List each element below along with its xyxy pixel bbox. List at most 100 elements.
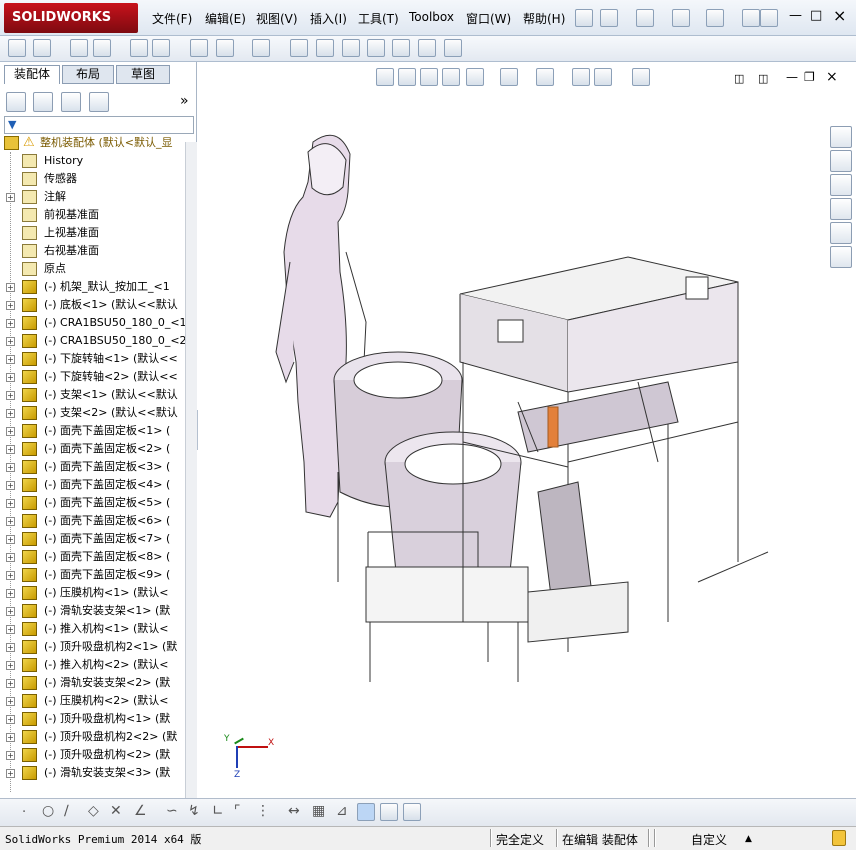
shaded-icon[interactable] [380,803,398,821]
options-icon[interactable] [742,9,760,27]
bill-of-materials-icon[interactable] [316,39,334,57]
expand-toggle[interactable]: + [6,445,15,454]
menu-file[interactable]: 文件(F) [152,10,192,27]
front-plane-item[interactable]: 前视基准面 [0,206,185,224]
expand-toggle[interactable]: + [6,697,15,706]
rebuild-tag-icon[interactable] [832,830,846,846]
tab-assembly[interactable]: 装配体 [4,65,60,84]
tree-component-item[interactable]: + (-) 顶升吸盘机构<2> (默 [0,746,185,764]
tree-component-item[interactable]: + (-) 面壳下盖固定板<8> ( [0,548,185,566]
expand-toggle[interactable]: + [6,715,15,724]
tree-component-item[interactable]: + (-) 机架_默认_按加工_<1 [0,278,185,296]
mate-icon[interactable] [70,39,88,57]
expand-toggle[interactable]: + [6,553,15,562]
expand-toggle[interactable]: + [6,409,15,418]
corner-icon[interactable]: ⌜ [234,803,241,819]
sensors-item[interactable]: 传感器 [0,170,185,188]
new-motion-study-icon[interactable] [290,39,308,57]
expand-toggle[interactable]: + [6,499,15,508]
move-component-icon[interactable] [152,39,170,57]
menu-insert[interactable]: 插入(I) [310,10,347,27]
construction-geometry-icon[interactable]: ⋮ [256,803,270,819]
top-plane-item[interactable]: 上视基准面 [0,224,185,242]
open-folder-icon[interactable] [636,9,654,27]
close-icon[interactable]: × [833,6,846,25]
tree-component-item[interactable]: + (-) 面壳下盖固定板<3> ( [0,458,185,476]
expand-toggle[interactable]: + [6,463,15,472]
tree-component-item[interactable]: + (-) 压膜机构<1> (默认< [0,584,185,602]
tree-component-item[interactable]: + (-) 面壳下盖固定板<2> ( [0,440,185,458]
new-document-icon[interactable] [600,9,618,27]
expand-toggle[interactable]: + [6,391,15,400]
display-manager-icon[interactable] [89,92,109,112]
tree-component-item[interactable]: + (-) 顶升吸盘机构2<2> (默 [0,728,185,746]
expand-toggle[interactable]: + [6,337,15,346]
expand-toggle[interactable]: + [6,661,15,670]
solidworks-logo[interactable]: SOLIDWORKS [4,3,138,33]
tree-component-item[interactable]: + (-) 面壳下盖固定板<4> ( [0,476,185,494]
menu-toolbox[interactable]: Toolbox [409,10,454,24]
expand-toggle[interactable]: + [6,571,15,580]
instant3d-icon[interactable] [418,39,436,57]
pattern-icon[interactable] [93,39,111,57]
tree-component-item[interactable]: + (-) 面壳下盖固定板<7> ( [0,530,185,548]
unit-system-selector[interactable]: 自定义 [691,831,727,848]
graphics-viewport[interactable]: ◫ ◫ — ❐ × X Y Z [198,62,856,798]
minimize-icon[interactable]: — [789,8,802,23]
tree-component-item[interactable]: + (-) 面壳下盖固定板<9> ( [0,566,185,584]
insert-component-icon[interactable] [33,39,51,57]
hidden-lines-icon[interactable] [403,803,421,821]
expand-toggle[interactable]: + [6,589,15,598]
expand-toggle[interactable]: + [6,643,15,652]
save-icon[interactable] [672,9,690,27]
offset-icon[interactable]: ∟ [212,803,224,819]
expand-toggle[interactable]: + [6,355,15,364]
tree-component-item[interactable]: + (-) CRA1BSU50_180_0_<1> [0,314,185,332]
shaded-edges-icon[interactable] [357,803,375,821]
property-manager-icon[interactable] [33,92,53,112]
origin-item[interactable]: 原点 [0,260,185,278]
tree-component-item[interactable]: + (-) 顶升吸盘机构2<1> (默 [0,638,185,656]
expand-toggle[interactable]: + [6,193,15,202]
tree-component-item[interactable]: + (-) 滑轨安装支架<1> (默 [0,602,185,620]
relations-icon[interactable]: ⊿ [336,803,348,819]
tree-component-item[interactable]: + (-) 滑轨安装支架<2> (默 [0,674,185,692]
expand-toggle[interactable]: + [6,751,15,760]
mirror-icon[interactable]: ↯ [188,803,200,819]
tab-sketch[interactable]: 草图 [116,65,170,84]
exploded-view-icon[interactable] [342,39,360,57]
tree-component-item[interactable]: + (-) 支架<2> (默认<<默认 [0,404,185,422]
interference-detection-icon[interactable] [392,39,410,57]
expand-toggle[interactable]: + [6,535,15,544]
expand-toggle[interactable]: + [6,679,15,688]
large-assembly-icon[interactable] [444,39,462,57]
print-icon[interactable] [706,9,724,27]
design-library-icon[interactable] [830,150,852,172]
tree-component-item[interactable]: + (-) 下旋转轴<2> (默认<< [0,368,185,386]
expand-toggle[interactable]: + [6,769,15,778]
expand-toggle[interactable]: + [6,517,15,526]
tree-component-item[interactable]: + (-) 下旋转轴<1> (默认<< [0,350,185,368]
tree-component-item[interactable]: + (-) 面壳下盖固定板<6> ( [0,512,185,530]
help-icon[interactable] [760,9,778,27]
smart-fastener-icon[interactable] [130,39,148,57]
right-plane-item[interactable]: 右视基准面 [0,242,185,260]
tree-component-item[interactable]: + (-) 面壳下盖固定板<5> ( [0,494,185,512]
view-palette-icon[interactable] [830,198,852,220]
expand-toggle[interactable]: + [6,373,15,382]
menu-tools[interactable]: 工具(T) [358,10,399,27]
fillet-icon[interactable]: ∽ [166,803,178,819]
expand-toggle[interactable]: + [6,481,15,490]
unit-dropdown-icon[interactable]: ▲ [745,834,752,844]
tree-component-item[interactable]: + (-) 推入机构<1> (默认< [0,620,185,638]
tree-component-item[interactable]: + (-) 顶升吸盘机构<1> (默 [0,710,185,728]
tab-layout[interactable]: 布局 [62,65,114,84]
point-icon[interactable]: · [22,805,26,820]
rebuild-icon[interactable] [8,39,26,57]
expand-toggle[interactable]: + [6,427,15,436]
polygon-icon[interactable]: ◇ [88,803,99,819]
menu-edit[interactable]: 编辑(E) [205,10,246,27]
tree-filter-input[interactable]: ▼ [4,116,194,134]
tree-component-item[interactable]: + (-) 滑轨安装支架<3> (默 [0,764,185,782]
menu-window[interactable]: 窗口(W) [466,10,511,27]
